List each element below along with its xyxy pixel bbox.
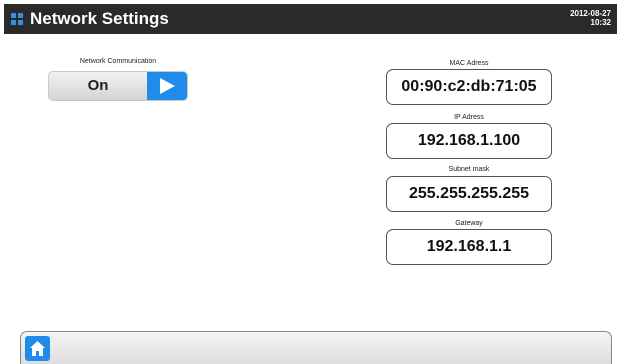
footer-bar [20, 331, 612, 364]
ip-address-label: IP Adress [454, 114, 484, 121]
ip-address-field[interactable]: 192.168.1.100 [386, 123, 552, 159]
network-communication-toggle[interactable]: On [48, 71, 188, 101]
play-arrow-icon [160, 78, 175, 94]
home-icon [30, 341, 45, 356]
grid-icon [11, 13, 24, 26]
toggle-button[interactable] [147, 72, 187, 100]
mac-address-label: MAC Adress [449, 60, 489, 67]
time-text: 10:32 [590, 18, 611, 27]
date-text: 2012-08-27 [570, 9, 611, 18]
gateway-field[interactable]: 192.168.1.1 [386, 229, 552, 265]
toggle-value: On [87, 77, 109, 94]
home-button[interactable] [25, 336, 50, 361]
datetime-display: 2012-08-27 10:32 [570, 9, 611, 27]
gateway-label: Gateway [455, 220, 483, 227]
header-bar: Network Settings 2012-08-27 10:32 [4, 4, 617, 34]
page-title: Network Settings [30, 9, 169, 28]
mac-address-field[interactable]: 00:90:c2:db:71:05 [386, 69, 552, 105]
network-communication-label: Network Communication [79, 58, 157, 65]
subnet-mask-field[interactable]: 255.255.255.255 [386, 176, 552, 212]
subnet-mask-label: Subnet mask [448, 166, 490, 173]
